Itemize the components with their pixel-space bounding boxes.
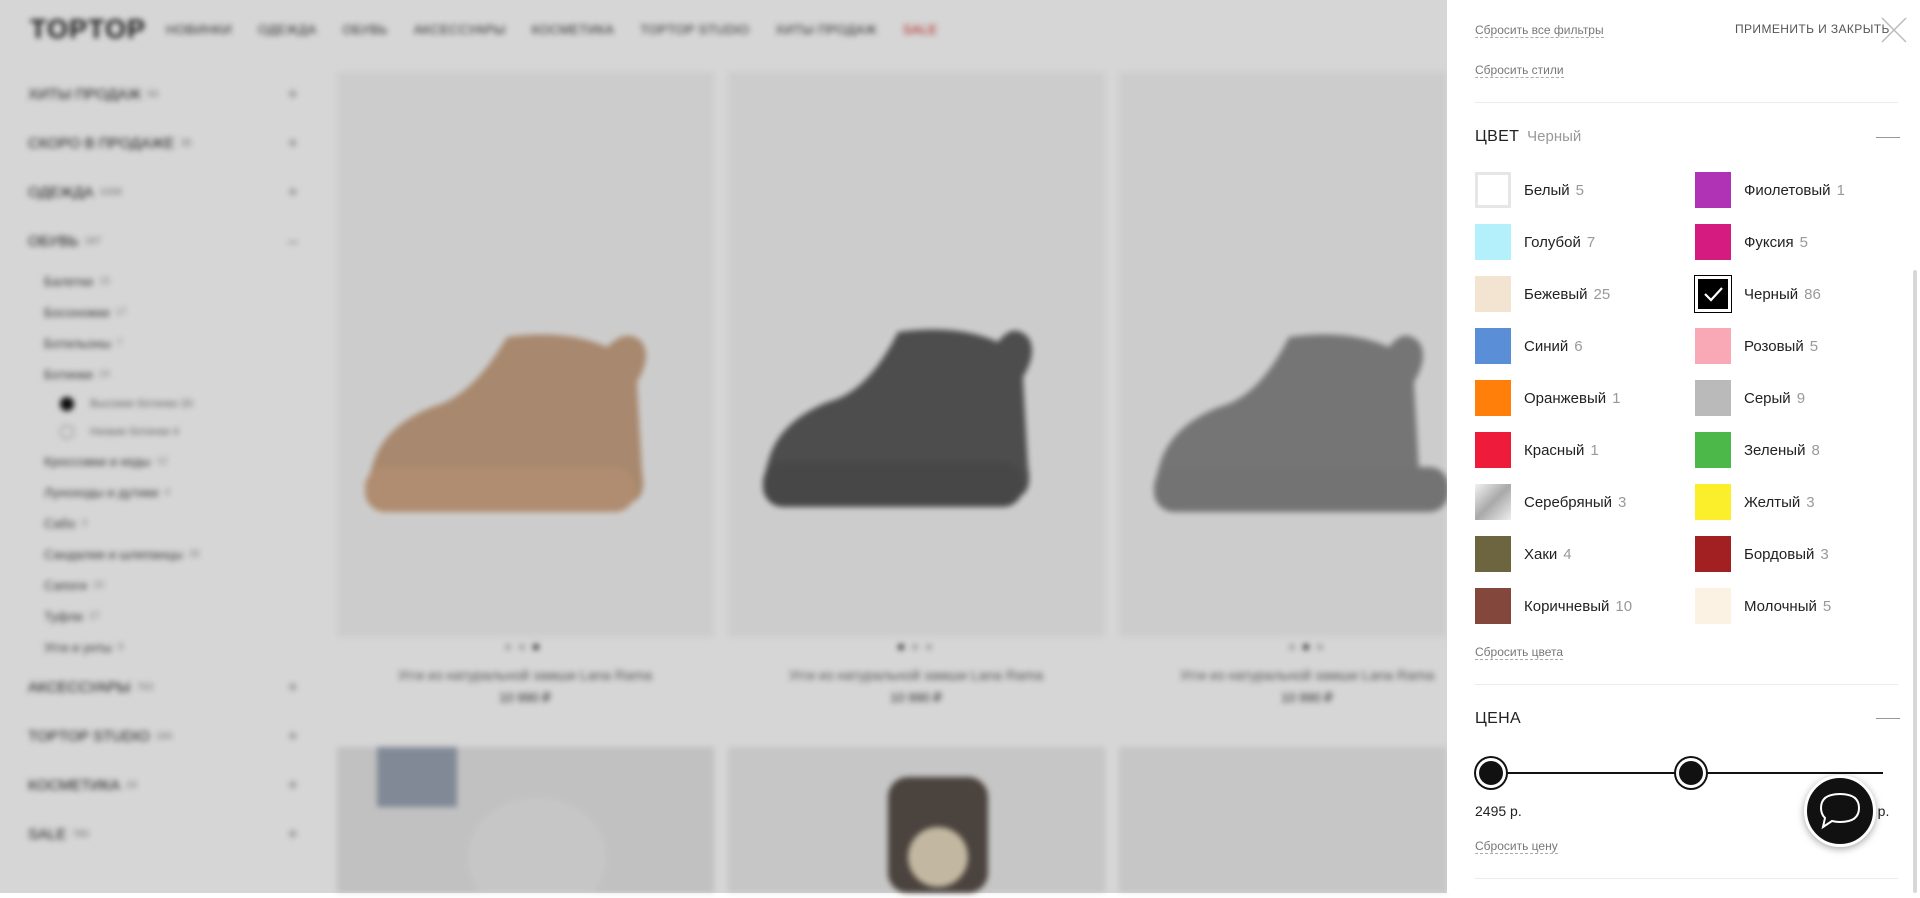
color-name: Бордовый (1744, 545, 1815, 563)
color-swatch (1475, 588, 1511, 624)
color-swatch (1695, 224, 1731, 260)
color-count: 5 (1809, 337, 1819, 355)
color-swatch (1695, 432, 1731, 468)
color-option-right-7[interactable]: Бордовый 3 (1695, 536, 1829, 572)
color-count: 1 (1612, 389, 1621, 407)
color-count: 5 (1822, 597, 1832, 615)
color-name: Фуксия (1744, 233, 1794, 251)
color-swatch (1695, 380, 1731, 416)
chat-button[interactable] (1804, 775, 1876, 847)
color-count: 3 (1618, 493, 1627, 511)
color-swatch (1695, 484, 1731, 520)
color-count: 5 (1799, 233, 1808, 251)
color-count: 8 (1811, 441, 1820, 459)
color-name: Белый (1524, 181, 1570, 199)
color-swatch (1475, 328, 1511, 364)
color-count: 3 (1806, 493, 1815, 511)
color-option-right-1[interactable]: Фуксия 5 (1695, 224, 1808, 260)
color-count: 1 (1836, 181, 1845, 199)
modal-overlay[interactable] (0, 0, 1447, 893)
color-option-left-2[interactable]: Бежевый 25 (1475, 276, 1610, 312)
color-option-right-6[interactable]: Желтый 3 (1695, 484, 1815, 520)
color-name: Серебряный (1524, 493, 1613, 511)
color-option-left-8[interactable]: Коричневый 10 (1475, 588, 1632, 624)
color-selected-value: Черный (1527, 128, 1582, 145)
reset-colors-link[interactable]: Сбросить цвета (1475, 645, 1564, 660)
color-name: Синий (1524, 337, 1569, 355)
price-min-handle[interactable] (1479, 761, 1503, 785)
color-name: Розовый (1744, 337, 1804, 355)
color-count: 6 (1574, 337, 1583, 355)
color-name: Молочный (1744, 597, 1817, 615)
color-option-right-4[interactable]: Серый 9 (1695, 380, 1805, 416)
check-icon (1704, 287, 1723, 302)
color-option-left-0[interactable]: Белый 5 (1475, 172, 1584, 208)
color-name: Желтый (1744, 493, 1801, 511)
color-swatch (1475, 432, 1511, 468)
color-section-header[interactable]: ЦВЕТ Черный (1475, 128, 1581, 146)
color-swatch (1475, 172, 1511, 208)
color-option-right-5[interactable]: Зеленый 8 (1695, 432, 1820, 468)
divider (1475, 878, 1898, 879)
color-name: Хаки (1524, 545, 1558, 563)
price-section-header[interactable]: ЦЕНА (1475, 710, 1521, 728)
chat-bubble-icon (1819, 792, 1861, 830)
color-count: 10 (1615, 597, 1633, 615)
color-swatch (1695, 588, 1731, 624)
divider (1475, 684, 1898, 685)
color-count: 1 (1590, 441, 1599, 459)
color-option-left-6[interactable]: Серебряный 3 (1475, 484, 1626, 520)
color-option-left-1[interactable]: Голубой 7 (1475, 224, 1595, 260)
color-name: Бежевый (1524, 285, 1588, 303)
color-option-right-0[interactable]: Фиолетовый 1 (1695, 172, 1845, 208)
collapse-icon[interactable] (1876, 718, 1900, 719)
color-count: 4 (1563, 545, 1572, 563)
color-option-right-3[interactable]: Розовый 5 (1695, 328, 1818, 364)
checked-swatch (1695, 276, 1731, 312)
color-swatch (1475, 536, 1511, 572)
color-count: 9 (1796, 389, 1806, 407)
color-name: Оранжевый (1524, 389, 1607, 407)
close-icon[interactable] (1880, 16, 1908, 44)
color-name: Зеленый (1744, 441, 1806, 459)
color-swatch (1475, 276, 1511, 312)
color-name: Коричневый (1524, 597, 1610, 615)
color-count: 3 (1820, 545, 1829, 563)
color-swatch (1695, 328, 1731, 364)
color-option-left-3[interactable]: Синий 6 (1475, 328, 1583, 364)
color-name: Серый (1744, 389, 1791, 407)
color-count: 25 (1593, 285, 1611, 303)
panel-scrollbar[interactable] (1913, 270, 1917, 893)
apply-close-button[interactable]: ПРИМЕНИТЬ И ЗАКРЫТЬ (1735, 22, 1890, 36)
color-name: Красный (1524, 441, 1585, 459)
divider (1475, 102, 1898, 103)
color-swatch (1695, 536, 1731, 572)
color-swatch (1695, 172, 1731, 208)
color-swatch (1475, 484, 1511, 520)
reset-price-link[interactable]: Сбросить цену (1475, 839, 1558, 854)
color-count: 86 (1804, 285, 1821, 303)
color-swatch (1475, 224, 1511, 260)
color-name: Голубой (1524, 233, 1581, 251)
collapse-icon[interactable] (1876, 137, 1900, 138)
color-option-right-8[interactable]: Молочный 5 (1695, 588, 1831, 624)
color-count: 7 (1586, 233, 1596, 251)
price-max-handle[interactable] (1679, 761, 1703, 785)
color-option-left-5[interactable]: Красный 1 (1475, 432, 1599, 468)
reset-all-filters-link[interactable]: Сбросить все фильтры (1475, 23, 1604, 38)
color-option-right-2[interactable]: Черный 86 (1695, 276, 1821, 312)
reset-styles-link[interactable]: Сбросить стили (1475, 63, 1564, 78)
color-count: 5 (1575, 181, 1584, 199)
price-min-value: 2495 р. (1475, 803, 1522, 819)
color-name: Черный (1744, 285, 1799, 303)
color-swatch (1475, 380, 1511, 416)
color-name: Фиолетовый (1744, 181, 1831, 199)
color-option-left-7[interactable]: Хаки 4 (1475, 536, 1572, 572)
color-option-left-4[interactable]: Оранжевый 1 (1475, 380, 1621, 416)
